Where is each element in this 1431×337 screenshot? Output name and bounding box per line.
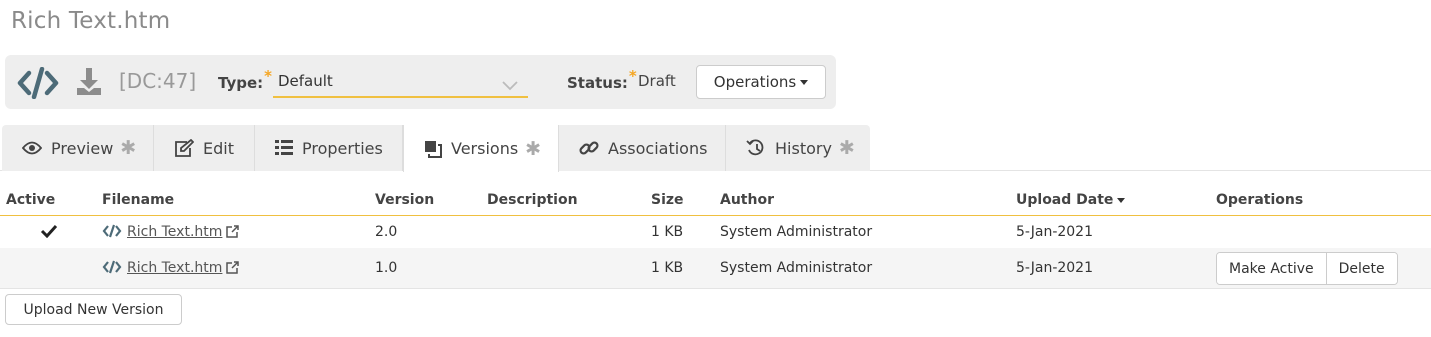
tab-label: Associations bbox=[608, 138, 708, 158]
tab-label: Versions bbox=[451, 139, 519, 158]
chevron-down-icon bbox=[502, 76, 518, 95]
download-icon[interactable] bbox=[75, 67, 103, 101]
external-link-icon[interactable] bbox=[226, 261, 240, 278]
column-header-operations: Operations bbox=[1216, 192, 1304, 208]
tab-edit[interactable]: Edit bbox=[154, 125, 255, 171]
operations-label: Operations bbox=[713, 73, 797, 91]
column-header-upload-date[interactable]: Upload Date bbox=[1016, 192, 1126, 208]
tab-properties[interactable]: Properties bbox=[255, 125, 403, 171]
tab-bar: Preview ✱ Edit Properties Versions ✱ Ass… bbox=[2, 125, 870, 172]
caret-down-icon bbox=[800, 79, 809, 85]
size-cell: 1 KB bbox=[651, 260, 684, 276]
page-title: Rich Text.htm bbox=[11, 8, 171, 34]
eye-icon bbox=[22, 141, 42, 155]
versions-icon bbox=[424, 140, 442, 158]
required-marker: * bbox=[264, 67, 272, 85]
operations-dropdown-button[interactable]: Operations bbox=[696, 65, 826, 99]
history-icon bbox=[746, 139, 766, 157]
code-file-icon bbox=[17, 66, 59, 103]
code-file-icon bbox=[102, 224, 122, 242]
filename-link[interactable]: Rich Text.htm bbox=[127, 224, 222, 240]
type-select[interactable]: Default bbox=[273, 67, 528, 98]
tab-label: Properties bbox=[302, 138, 383, 158]
author-cell: System Administrator bbox=[720, 224, 873, 240]
upload-new-version-button[interactable]: Upload New Version bbox=[5, 294, 182, 325]
tab-label: Edit bbox=[203, 138, 234, 158]
tab-star: ✱ bbox=[838, 137, 855, 159]
external-link-icon[interactable] bbox=[226, 225, 240, 242]
make-active-button[interactable]: Make Active bbox=[1217, 253, 1326, 284]
tab-preview[interactable]: Preview ✱ bbox=[2, 125, 154, 171]
tab-label: History bbox=[775, 138, 832, 158]
filename-cell: Rich Text.htm bbox=[102, 260, 240, 278]
filename-cell: Rich Text.htm bbox=[102, 224, 240, 242]
upload-date-cell: 5-Jan-2021 bbox=[1016, 224, 1093, 240]
type-select-value: Default bbox=[278, 72, 333, 90]
version-cell: 1.0 bbox=[375, 260, 398, 276]
tab-associations[interactable]: Associations bbox=[559, 125, 726, 171]
type-label: Type:* bbox=[218, 67, 272, 92]
author-cell: System Administrator bbox=[720, 260, 873, 276]
row-operations: Make Active Delete bbox=[1216, 252, 1398, 285]
table-row: Rich Text.htm 2.0 1 KB System Administra… bbox=[0, 216, 1431, 248]
column-header-size: Size bbox=[651, 192, 684, 208]
sort-descending-icon bbox=[1117, 197, 1126, 203]
link-icon bbox=[579, 138, 599, 158]
tab-star: ✱ bbox=[525, 137, 542, 160]
tab-label: Preview bbox=[51, 138, 114, 158]
column-header-filename: Filename bbox=[102, 192, 175, 208]
checkmark-icon bbox=[40, 223, 58, 242]
document-id: [DC:47] bbox=[119, 69, 197, 93]
tab-versions[interactable]: Versions ✱ bbox=[403, 125, 559, 172]
status-label: Status:* bbox=[567, 67, 637, 92]
upload-date-cell: 5-Jan-2021 bbox=[1016, 260, 1093, 276]
list-icon bbox=[275, 140, 293, 156]
column-header-version: Version bbox=[375, 192, 435, 208]
code-file-icon bbox=[102, 260, 122, 278]
column-header-active: Active bbox=[6, 192, 56, 208]
filename-link[interactable]: Rich Text.htm bbox=[127, 260, 222, 276]
delete-button[interactable]: Delete bbox=[1325, 253, 1397, 284]
status-value: Draft bbox=[638, 72, 676, 90]
required-marker: * bbox=[628, 67, 637, 85]
edit-icon bbox=[174, 139, 194, 157]
size-cell: 1 KB bbox=[651, 224, 684, 240]
column-header-author: Author bbox=[720, 192, 774, 208]
tab-history[interactable]: History ✱ bbox=[726, 125, 870, 171]
upload-date-label: Upload Date bbox=[1016, 192, 1114, 208]
column-header-description: Description bbox=[487, 192, 578, 208]
document-header-bar: [DC:47] Type:* Default Status:* Draft Op… bbox=[5, 55, 836, 109]
tab-star: ✱ bbox=[120, 137, 137, 159]
table-row: Rich Text.htm 1.0 1 KB System Administra… bbox=[0, 248, 1431, 289]
version-cell: 2.0 bbox=[375, 224, 398, 240]
